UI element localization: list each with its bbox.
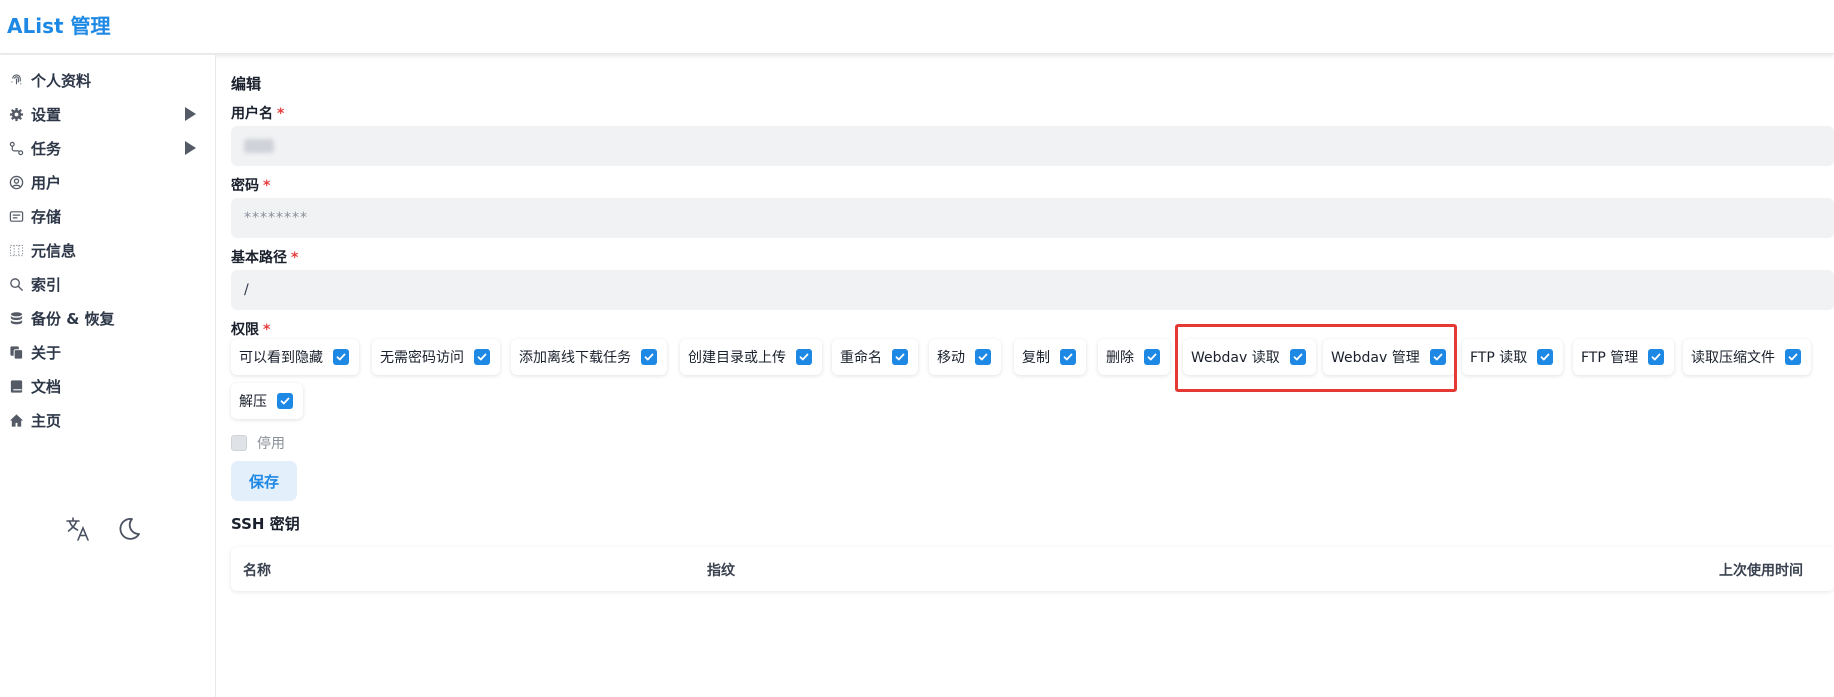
sidebar-item-label: 存储 bbox=[31, 207, 62, 226]
permission-delete[interactable]: 删除 bbox=[1098, 339, 1170, 375]
password-label: 密码 * bbox=[231, 178, 271, 194]
column-header-fingerprint[interactable]: 指纹 bbox=[707, 560, 735, 580]
column-header-last-used[interactable]: 上次使用时间 bbox=[1719, 560, 1803, 580]
save-button[interactable]: 保存 bbox=[231, 461, 297, 501]
checkbox-checked[interactable] bbox=[1785, 349, 1801, 365]
checkbox-checked[interactable] bbox=[1429, 349, 1446, 365]
checkbox-unchecked[interactable] bbox=[231, 435, 247, 451]
disable-toggle[interactable]: 停用 bbox=[231, 433, 285, 453]
checkbox-checked[interactable] bbox=[1060, 349, 1076, 365]
sidebar-item-label: 备份 & 恢复 bbox=[31, 309, 115, 328]
permission-move[interactable]: 移动 bbox=[929, 339, 1001, 375]
chevron-right-icon[interactable] bbox=[185, 107, 196, 121]
checkbox-checked[interactable] bbox=[892, 349, 908, 365]
checkbox-checked[interactable] bbox=[333, 349, 349, 365]
sidebar-item-tasks[interactable]: 任务 bbox=[0, 131, 216, 165]
checkbox-checked[interactable] bbox=[641, 349, 657, 365]
ssh-keys-table-header: 名称 指纹 上次使用时间 bbox=[231, 547, 1834, 591]
sidebar-item-users[interactable]: 用户 bbox=[0, 165, 216, 199]
page-title: 编辑 bbox=[231, 75, 262, 93]
base-path-label: 基本路径 * bbox=[231, 250, 299, 266]
sidebar-item-backup[interactable]: 备份 & 恢复 bbox=[0, 301, 216, 335]
permission-ftp-manage[interactable]: FTP 管理 bbox=[1573, 339, 1675, 375]
gear-icon bbox=[7, 105, 25, 123]
permission-add-offline-download[interactable]: 添加离线下载任务 bbox=[511, 339, 667, 375]
sidebar-item-storage[interactable]: 存储 bbox=[0, 199, 216, 233]
column-header-name[interactable]: 名称 bbox=[243, 560, 271, 580]
metadata-icon bbox=[7, 241, 25, 259]
checkbox-checked[interactable] bbox=[796, 349, 812, 365]
sidebar-item-label: 用户 bbox=[31, 173, 62, 192]
username-input[interactable] bbox=[231, 126, 1834, 166]
password-input[interactable]: ******** bbox=[231, 198, 1834, 238]
ssh-keys-title: SSH 密钥 bbox=[231, 515, 300, 533]
chevron-right-icon[interactable] bbox=[185, 141, 196, 155]
copy-icon bbox=[7, 343, 25, 361]
checkbox-checked[interactable] bbox=[1289, 349, 1306, 365]
checkbox-checked[interactable] bbox=[975, 349, 991, 365]
sidebar-item-label: 设置 bbox=[31, 105, 62, 124]
checkbox-checked[interactable] bbox=[1648, 349, 1665, 365]
edit-user-form: 编辑 用户名 * 密码 * ******** 基本路径 * / 权限 * 可以看到隐藏 … bbox=[231, 55, 1834, 697]
sidebar-item-label: 任务 bbox=[31, 139, 62, 158]
permission-read-archive[interactable]: 读取压缩文件 bbox=[1683, 339, 1811, 375]
checkbox-checked[interactable] bbox=[1537, 349, 1554, 365]
username-label: 用户名 * bbox=[231, 106, 285, 122]
sidebar-item-metadata[interactable]: 元信息 bbox=[0, 233, 216, 267]
sidebar-item-label: 索引 bbox=[31, 275, 62, 294]
sidebar-item-label: 主页 bbox=[31, 411, 62, 430]
permission-copy[interactable]: 复制 bbox=[1014, 339, 1086, 375]
sidebar-item-profile[interactable]: 个人资料 bbox=[0, 63, 216, 97]
sidebar-item-about[interactable]: 关于 bbox=[0, 335, 216, 369]
fingerprint-icon bbox=[7, 71, 25, 89]
sidebar-item-label: 关于 bbox=[31, 343, 62, 362]
sidebar-item-label: 个人资料 bbox=[31, 71, 92, 90]
permission-see-hidden[interactable]: 可以看到隐藏 bbox=[231, 339, 359, 375]
sidebar-item-settings[interactable]: 设置 bbox=[0, 97, 216, 131]
permission-rename[interactable]: 重命名 bbox=[832, 339, 918, 375]
top-header: AList 管理 bbox=[0, 0, 1834, 54]
permission-webdav-read[interactable]: Webdav 读取 bbox=[1183, 339, 1316, 375]
checkbox-checked[interactable] bbox=[1144, 349, 1160, 365]
storage-icon bbox=[7, 207, 25, 225]
sidebar-item-home[interactable]: 主页 bbox=[0, 403, 216, 437]
app-title[interactable]: AList 管理 bbox=[7, 10, 111, 39]
database-icon bbox=[7, 309, 25, 327]
permission-create-upload[interactable]: 创建目录或上传 bbox=[680, 339, 822, 375]
user-circle-icon bbox=[7, 173, 25, 191]
sidebar-item-index[interactable]: 索引 bbox=[0, 267, 216, 301]
checkbox-checked[interactable] bbox=[277, 393, 293, 409]
permission-extract[interactable]: 解压 bbox=[231, 383, 303, 419]
moon-icon[interactable] bbox=[114, 515, 142, 547]
permission-ftp-read[interactable]: FTP 读取 bbox=[1462, 339, 1564, 375]
permissions-label: 权限 * bbox=[231, 322, 271, 338]
home-icon bbox=[7, 411, 25, 429]
redacted-value bbox=[244, 139, 274, 153]
book-icon bbox=[7, 377, 25, 395]
translate-icon[interactable] bbox=[64, 515, 92, 547]
permission-webdav-manage[interactable]: Webdav 管理 bbox=[1323, 339, 1456, 375]
sidebar-item-label: 文档 bbox=[31, 377, 62, 396]
sidebar-item-docs[interactable]: 文档 bbox=[0, 369, 216, 403]
search-icon bbox=[7, 275, 25, 293]
sidebar-item-label: 元信息 bbox=[31, 241, 77, 260]
permission-access-without-password[interactable]: 无需密码访问 bbox=[372, 339, 500, 375]
route-icon bbox=[7, 139, 25, 157]
checkbox-checked[interactable] bbox=[474, 349, 490, 365]
sidebar: 个人资料 设置 任务 用户 存储 元信息 索引 备份 & 恢复 关于 文档 主页 bbox=[0, 55, 216, 697]
sidebar-tools bbox=[64, 515, 142, 547]
base-path-input[interactable]: / bbox=[231, 270, 1834, 310]
